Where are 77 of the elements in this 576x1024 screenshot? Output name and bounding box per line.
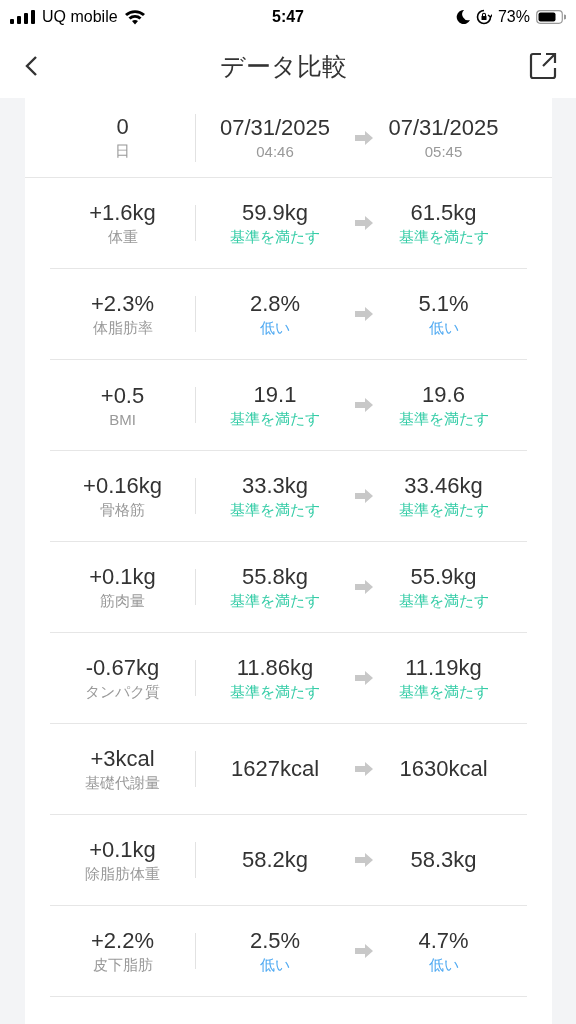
metric-name: 除脂肪体重: [85, 864, 160, 884]
after-value: 58.3kg: [410, 847, 477, 873]
wifi-icon: [123, 9, 146, 25]
back-button[interactable]: [24, 55, 38, 77]
battery-percentage: 73%: [497, 8, 530, 26]
change-value: +0.1kg: [89, 836, 156, 863]
arrow-icon: [355, 580, 373, 594]
metric-name: 骨格筋: [100, 500, 145, 520]
end-time: 05:45: [424, 143, 463, 160]
days-unit: 日: [115, 142, 130, 161]
status-label: 基準を満たす: [398, 409, 489, 429]
after-value: 61.5kg: [410, 199, 477, 226]
status-label: 低い: [428, 955, 459, 975]
rotation-lock-icon: [475, 9, 492, 25]
status-label: 低い: [428, 318, 459, 338]
carrier-name: UQ mobile: [42, 8, 118, 26]
status-label: 基準を満たす: [230, 682, 320, 702]
before-value: 2.8%: [249, 290, 301, 317]
change-value: +0.1kg: [89, 563, 156, 590]
status-label: 基準を満たす: [230, 409, 320, 429]
start-time: 04:46: [256, 143, 294, 160]
status-label: 基準を満たす: [230, 500, 320, 520]
before-value: 55.8kg: [241, 563, 309, 590]
status-label: 基準を満たす: [398, 682, 489, 702]
before-value: 59.9kg: [241, 199, 309, 226]
before-value: 33.3kg: [241, 472, 309, 499]
after-value: 11.19kg: [405, 654, 482, 681]
start-date: 07/31/2025: [219, 115, 331, 141]
metric-name: 基礎代謝量: [85, 773, 160, 793]
arrow-icon: [355, 853, 373, 867]
before-value: 58.2kg: [241, 847, 309, 873]
metric-name: 皮下脂肪: [92, 955, 153, 975]
page-title: データ比較: [219, 50, 347, 82]
end-date: 07/31/2025: [388, 115, 499, 141]
before-value: 1627kcal: [230, 756, 320, 782]
change-value: +2.2%: [91, 927, 154, 954]
change-value: +3kcal: [90, 745, 155, 772]
arrow-icon: [355, 944, 373, 958]
days-count: 0: [116, 114, 129, 140]
after-value: 33.46kg: [404, 472, 483, 499]
arrow-icon: [355, 489, 373, 503]
metric-name: タンパク質: [85, 682, 160, 702]
battery-icon: [536, 10, 566, 24]
after-value: 1630kcal: [399, 756, 488, 782]
arrow-icon: [355, 762, 373, 776]
change-value: +0.16kg: [83, 472, 162, 499]
metric-name: BMI: [109, 410, 136, 428]
change-value: +2.3%: [91, 290, 154, 317]
arrow-icon: [355, 216, 373, 230]
metric-name: 体重: [107, 227, 138, 247]
after-value: 4.7%: [418, 927, 469, 954]
arrow-icon: [355, 398, 373, 412]
after-value: 55.9kg: [410, 563, 477, 590]
signal-icon: [10, 10, 36, 24]
change-value: +1.6kg: [89, 199, 156, 226]
share-button[interactable]: [528, 51, 558, 81]
arrow-icon: [355, 130, 373, 145]
moon-icon: [455, 10, 470, 24]
before-value: 11.86kg: [236, 654, 314, 681]
status-label: 低い: [260, 318, 290, 338]
before-value: 19.1: [253, 381, 297, 408]
after-value: 19.6: [422, 381, 465, 408]
status-label: 基準を満たす: [230, 591, 320, 611]
after-value: 5.1%: [418, 290, 469, 317]
status-label: 基準を満たす: [230, 227, 320, 247]
change-value: +0.5: [100, 382, 145, 409]
change-value: -0.67kg: [85, 654, 160, 681]
status-label: 低い: [260, 955, 290, 975]
arrow-icon: [355, 307, 373, 321]
clock: 5:47: [272, 8, 304, 26]
status-label: 基準を満たす: [398, 500, 489, 520]
status-label: 基準を満たす: [398, 227, 489, 247]
arrow-icon: [355, 671, 373, 685]
metric-name: 体脂肪率: [92, 318, 153, 338]
metric-name: 筋肉量: [100, 591, 145, 611]
status-label: 基準を満たす: [398, 591, 489, 611]
before-value: 2.5%: [249, 927, 301, 954]
